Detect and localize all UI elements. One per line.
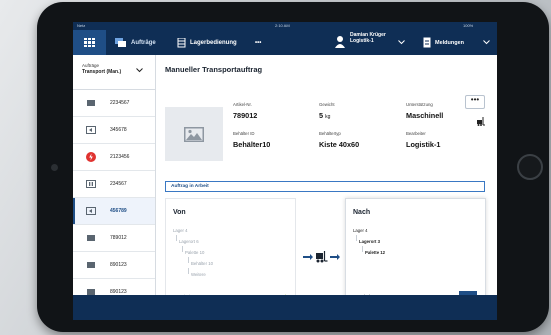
field-value: Kiste 40x60 <box>319 140 360 149</box>
order-list-item[interactable]: 789012 <box>73 225 155 252</box>
camera <box>51 164 58 171</box>
messages-label: Meldungen <box>435 39 465 46</box>
nav-more[interactable]: ••• <box>255 30 261 55</box>
page-title: Manueller Transportauftrag <box>165 65 263 74</box>
nav-item-auftraege[interactable]: Aufträge <box>115 30 156 55</box>
filter-label: Aufträge <box>82 63 100 68</box>
field-support: Unterstützung Maschinell <box>406 102 443 120</box>
field-value: 5 kg <box>319 111 335 120</box>
field-weight: Gewicht 5 kg <box>319 102 335 120</box>
tree-node: Weitere <box>191 272 206 277</box>
forklift-transfer-icon <box>303 251 340 263</box>
app-screen: Netz 2:10 AM 100% Aufträge Lagerbedienun… <box>73 22 497 320</box>
field-processor: Bearbeiter Logistik-1 <box>406 131 440 149</box>
warehouse-icon <box>177 37 186 47</box>
field-container-id: Behälter ID Behälter10 <box>233 131 270 149</box>
field-label: Bearbeiter <box>406 131 426 136</box>
tree-node: Palette 12 <box>365 250 386 255</box>
order-number: 890123 <box>110 262 127 268</box>
battery-text: 100% <box>463 23 474 28</box>
nav-more-label: ••• <box>255 39 262 46</box>
orders-icon <box>115 38 126 47</box>
messages-button[interactable]: Meldungen <box>435 30 464 55</box>
order-list-item[interactable]: 2123456 <box>73 144 155 171</box>
field-label: Behältertyp <box>319 131 341 136</box>
tree-node: Lager 4 <box>353 228 368 233</box>
status-bar: Netz 2:10 AM 100% <box>73 22 497 30</box>
order-filter[interactable]: Aufträge Transport (Man.) <box>73 55 155 90</box>
field-label: Unterstützung <box>406 102 433 107</box>
clock: 2:10 AM <box>275 23 290 28</box>
nav-label: Lagerbedienung <box>190 39 237 46</box>
article-image-placeholder <box>165 107 223 161</box>
messages-icon <box>423 37 431 48</box>
field-container-type: Behältertyp Kiste 40x60 <box>319 131 359 149</box>
order-number: 2123456 <box>110 154 130 160</box>
card-title: Nach <box>353 209 371 216</box>
alert-icon <box>86 152 96 162</box>
user-info[interactable]: Damian Krüger Logistik-1 <box>350 32 386 44</box>
field-value: Maschinell <box>406 111 444 120</box>
tree-node: Lagerort 6 <box>179 239 199 244</box>
order-sidebar: Aufträge Transport (Man.) 2234567 345678… <box>73 55 156 320</box>
filter-value: Transport (Man.) <box>82 69 122 75</box>
more-options-button[interactable]: ••• <box>465 95 485 109</box>
field-value: 789012 <box>233 111 258 120</box>
box-icon <box>87 262 95 268</box>
chevron-down-icon[interactable] <box>483 40 490 45</box>
field-value: Behälter10 <box>233 140 271 149</box>
box-icon <box>87 100 95 106</box>
field-label: Artikel-Nr. <box>233 102 252 107</box>
pause-icon <box>86 180 96 188</box>
tree-node: Palette 10 <box>185 250 205 255</box>
tree-node: Lagerort 3 <box>359 239 381 244</box>
top-navigation: Aufträge Lagerbedienung ••• Damian Krüge… <box>73 30 497 55</box>
nav-label: Aufträge <box>131 39 156 46</box>
field-value: Logistik-1 <box>406 140 441 149</box>
grid-icon <box>84 38 95 47</box>
order-number: 234567 <box>110 181 127 187</box>
nav-item-lagerbedienung[interactable]: Lagerbedienung <box>177 30 237 55</box>
image-icon <box>184 126 204 142</box>
order-number: 456789 <box>110 208 127 214</box>
order-number: 345678 <box>110 127 127 133</box>
tree-node: Lager 4 <box>173 228 188 233</box>
order-list-item[interactable]: 345678 <box>73 117 155 144</box>
forklift-icon <box>477 117 485 126</box>
field-label: Behälter ID <box>233 131 255 136</box>
order-status-badge: Auftrag in Arbeit <box>165 181 485 192</box>
weight-value: 5 <box>319 111 324 120</box>
user-role: Logistik-1 <box>350 38 374 44</box>
app-menu-button[interactable] <box>73 30 106 55</box>
tree-node: Behälter 10 <box>191 261 213 266</box>
weight-unit: kg <box>325 114 331 120</box>
order-list-item[interactable]: 2234567 <box>73 90 155 117</box>
transfer-icon <box>86 126 96 134</box>
main-panel: Manueller Transportauftrag ••• Artikel-N… <box>156 55 497 320</box>
chevron-down-icon <box>136 68 143 73</box>
field-article-number: Artikel-Nr. 789012 <box>233 102 257 120</box>
bottom-bar <box>73 295 497 320</box>
field-label: Gewicht <box>319 102 335 107</box>
more-icon: ••• <box>470 95 480 104</box>
user-icon <box>335 36 345 48</box>
order-number: 789012 <box>110 235 127 241</box>
home-button[interactable] <box>517 154 543 180</box>
transfer-icon <box>86 207 96 215</box>
signal-text: Netz <box>77 23 86 28</box>
order-list-item-selected[interactable]: 456789 <box>73 198 155 225</box>
order-list-item[interactable]: 234567 <box>73 171 155 198</box>
card-title: Von <box>173 209 186 216</box>
order-number: 2234567 <box>110 100 130 106</box>
box-icon <box>87 235 95 241</box>
chevron-down-icon[interactable] <box>398 40 405 45</box>
order-list-item[interactable]: 890123 <box>73 252 155 279</box>
